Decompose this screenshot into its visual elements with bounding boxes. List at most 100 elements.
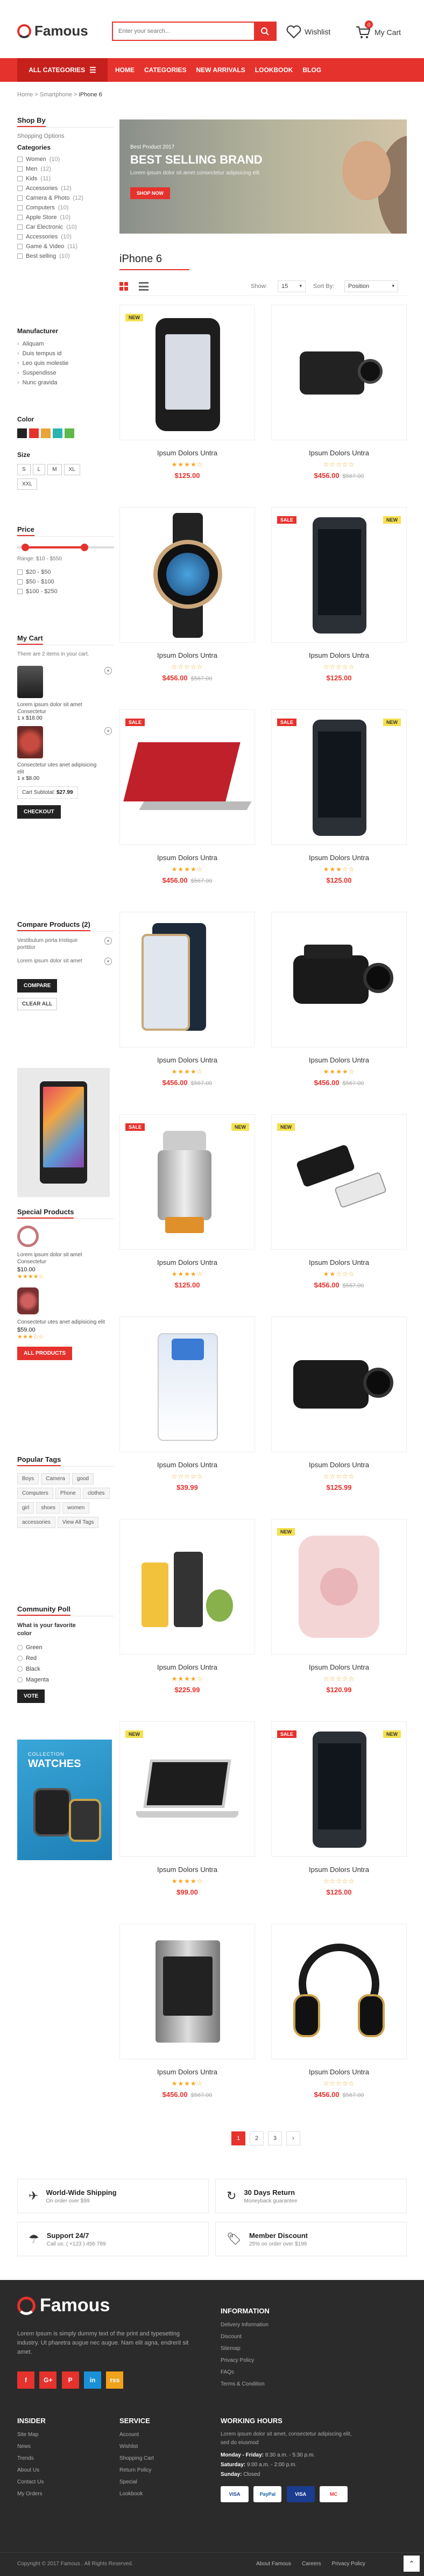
privacy-link[interactable]: Privacy Policy (332, 2561, 365, 2567)
product-name[interactable]: Ipsum Dolors Untra (119, 1866, 255, 1874)
product-card[interactable]: Ipsum Dolors Untra ★★★★☆ $456.00 $567.00 (119, 912, 255, 1101)
compare-item-name[interactable]: Lorem ipsum dolor sit amet (17, 958, 93, 965)
tag-item[interactable]: good (72, 1473, 94, 1484)
tag-item[interactable]: Phone (55, 1488, 81, 1499)
special-item-image[interactable] (17, 1226, 39, 1247)
product-name[interactable]: Ipsum Dolors Untra (271, 449, 407, 457)
product-name[interactable]: Ipsum Dolors Untra (119, 1258, 255, 1266)
product-name[interactable]: Ipsum Dolors Untra (271, 1258, 407, 1266)
product-name[interactable]: Ipsum Dolors Untra (271, 1866, 407, 1874)
cart-item-name[interactable]: Consectetur utes anet adipisicing elit (17, 762, 98, 776)
poll-option[interactable]: Magenta (17, 1674, 114, 1685)
checkbox[interactable] (17, 195, 23, 201)
tag-item[interactable]: Computers (17, 1488, 53, 1499)
breadcrumb-smartphone[interactable]: Smartphone (40, 92, 72, 98)
page-2[interactable]: 2 (250, 2131, 264, 2145)
tag-item[interactable]: shoes (36, 1502, 61, 1514)
nav-blog[interactable]: BLOG (302, 66, 321, 74)
footer-link[interactable]: My Orders (17, 2488, 46, 2500)
remove-icon[interactable]: × (104, 727, 112, 735)
product-name[interactable]: Ipsum Dolors Untra (271, 1461, 407, 1469)
product-card[interactable]: Ipsum Dolors Untra ★★★★☆ $456.00 $567.00 (271, 912, 407, 1101)
product-image[interactable]: NEW (119, 1721, 255, 1857)
product-image[interactable] (271, 1317, 407, 1452)
checkbox[interactable] (17, 589, 23, 594)
checkbox[interactable] (17, 254, 23, 259)
footer-link[interactable]: Shopping Cart (119, 2453, 154, 2465)
manufacturer-item[interactable]: › Duis tempus id (17, 349, 114, 358)
product-card[interactable]: Ipsum Dolors Untra ☆☆☆☆☆ $456.00 $567.00 (271, 1924, 407, 2113)
product-name[interactable]: Ipsum Dolors Untra (119, 651, 255, 659)
facebook-icon[interactable]: f (17, 2371, 34, 2389)
category-filter[interactable]: Women (10) (17, 154, 114, 164)
product-image[interactable]: SALE (119, 709, 255, 845)
product-name[interactable]: Ipsum Dolors Untra (119, 2068, 255, 2076)
radio-button[interactable] (17, 1656, 23, 1661)
product-card[interactable]: SALE NEW Ipsum Dolors Untra ☆☆☆☆☆ $125.00 (271, 507, 407, 696)
checkbox[interactable] (17, 176, 23, 181)
color-swatch[interactable] (65, 428, 74, 438)
product-image[interactable] (119, 1317, 255, 1452)
product-name[interactable]: Ipsum Dolors Untra (271, 1056, 407, 1064)
search-button[interactable] (254, 23, 275, 40)
footer-link[interactable]: Return Policy (119, 2465, 154, 2476)
footer-link[interactable]: Special (119, 2476, 154, 2488)
tag-item[interactable]: women (62, 1502, 90, 1514)
all-categories-button[interactable]: ALL CATEGORIES ☰ (17, 58, 108, 82)
footer-link[interactable]: Discount (221, 2331, 270, 2343)
page-1[interactable]: 1 (231, 2131, 245, 2145)
color-swatch[interactable] (17, 428, 27, 438)
google-plus-icon[interactable]: G+ (39, 2371, 57, 2389)
color-swatch[interactable] (29, 428, 39, 438)
size-option[interactable]: XL (63, 464, 80, 475)
category-filter[interactable]: Computers (10) (17, 203, 114, 213)
radio-button[interactable] (17, 1666, 23, 1672)
checkout-button[interactable]: CHECKOUT (17, 805, 61, 819)
tag-item[interactable]: Camera (41, 1473, 70, 1484)
manufacturer-item[interactable]: › Nunc gravida (17, 378, 114, 388)
footer-link[interactable]: About Us (17, 2465, 46, 2476)
careers-link[interactable]: Careers (302, 2561, 321, 2567)
size-option[interactable]: M (47, 464, 62, 475)
checkbox[interactable] (17, 244, 23, 249)
product-name[interactable]: Ipsum Dolors Untra (119, 1663, 255, 1671)
product-card[interactable]: Ipsum Dolors Untra ★★★★☆ $225.99 (119, 1519, 255, 1708)
checkbox[interactable] (17, 579, 23, 585)
remove-icon[interactable]: × (104, 937, 112, 945)
special-item-name[interactable]: Lorem ipsum dolor sit amet Consectetur (17, 1251, 109, 1265)
product-card[interactable]: SALE NEW Ipsum Dolors Untra ☆☆☆☆☆ $125.00 (271, 1721, 407, 1911)
size-option[interactable]: S (17, 464, 31, 475)
show-select[interactable]: 15 ▾ (278, 280, 306, 292)
compare-item-name[interactable]: Vestibulum porta tristique porttitor (17, 937, 93, 951)
product-image[interactable] (271, 1924, 407, 2059)
product-card[interactable]: SALE Ipsum Dolors Untra ★★★★☆ $456.00 $567.0… (119, 709, 255, 899)
compare-button[interactable]: COMPARE (17, 979, 58, 993)
product-card[interactable]: SALE NEW Ipsum Dolors Untra ★★★★☆ $125.00 (119, 1114, 255, 1304)
product-name[interactable]: Ipsum Dolors Untra (271, 2068, 407, 2076)
tag-item[interactable]: accessories (17, 1517, 55, 1528)
footer-link[interactable]: Lookbook (119, 2488, 154, 2500)
product-name[interactable]: Ipsum Dolors Untra (119, 449, 255, 457)
all-products-button[interactable]: ALL PRODUCTS (17, 1347, 73, 1360)
checkbox[interactable] (17, 157, 23, 162)
next-page-button[interactable]: › (286, 2131, 300, 2145)
hero-banner[interactable]: Best Product 2017 BEST SELLING BRAND Lor… (119, 119, 407, 234)
category-filter[interactable]: Accessories (12) (17, 184, 114, 193)
nav-new-arrivals[interactable]: NEW ARRIVALS (196, 66, 245, 74)
list-view-icon[interactable] (139, 282, 149, 291)
pinterest-icon[interactable]: P (61, 2371, 79, 2389)
footer-link[interactable]: Contact Us (17, 2476, 46, 2488)
poll-option[interactable]: Green (17, 1642, 114, 1653)
product-image[interactable] (271, 912, 407, 1047)
breadcrumb-home[interactable]: Home (17, 92, 33, 98)
special-item-image[interactable] (17, 1287, 39, 1314)
category-filter[interactable]: Car Electronic (10) (17, 222, 114, 232)
poll-option[interactable]: Red (17, 1653, 114, 1664)
wishlist-link[interactable]: Wishlist (286, 25, 330, 39)
footer-link[interactable]: FAQs (221, 2367, 270, 2378)
product-image[interactable] (271, 305, 407, 440)
category-filter[interactable]: Best selling (10) (17, 251, 114, 261)
product-name[interactable]: Ipsum Dolors Untra (271, 651, 407, 659)
product-name[interactable]: Ipsum Dolors Untra (271, 1663, 407, 1671)
checkbox[interactable] (17, 205, 23, 210)
